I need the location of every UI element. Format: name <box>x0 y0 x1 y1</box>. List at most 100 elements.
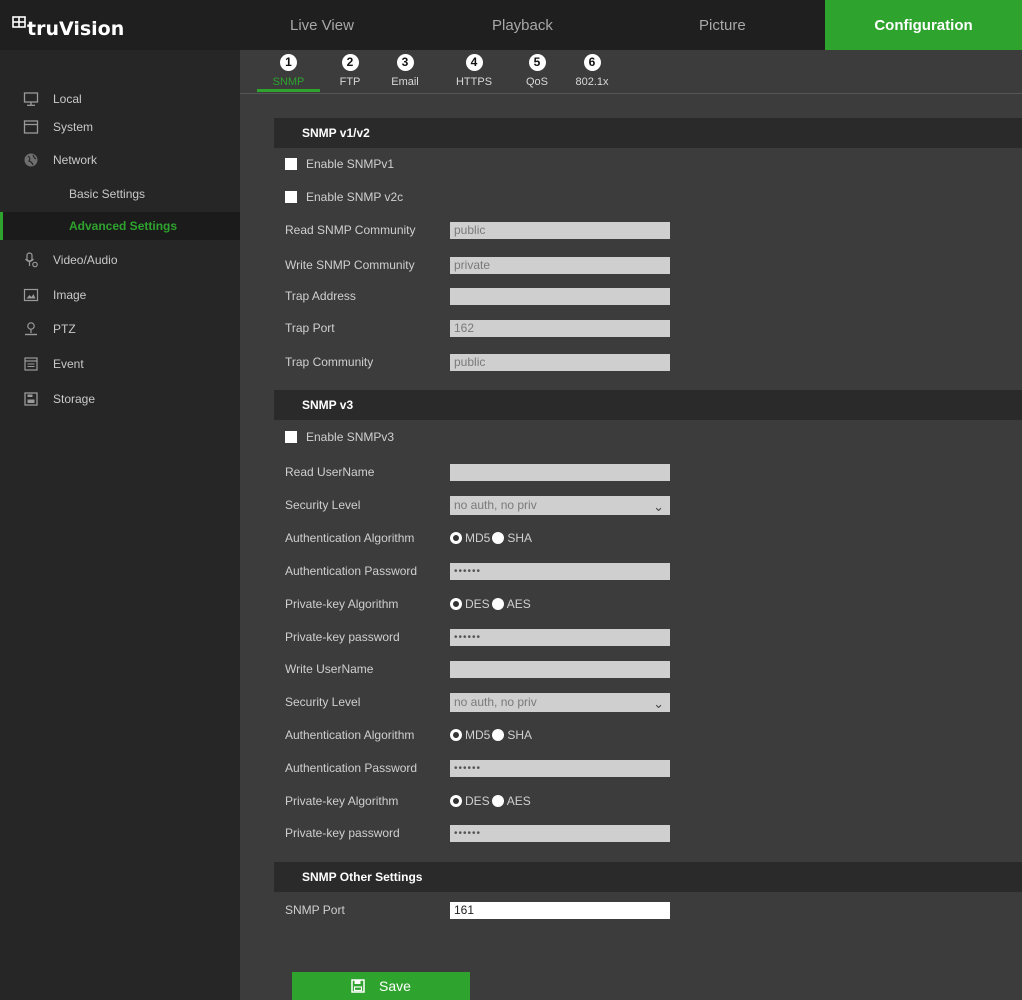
chevron-down-icon: ⌄ <box>653 695 664 711</box>
sidebar-item-advanced-settings[interactable]: Advanced Settings <box>0 212 240 240</box>
trap-community-input[interactable]: public <box>450 353 670 371</box>
write-security-level-select[interactable]: no auth, no priv ⌄ <box>450 692 670 712</box>
field-label: Write SNMP Community <box>285 258 415 272</box>
section-header-snmp-v1v2: SNMP v1/v2 <box>274 118 1022 148</box>
read-auth-algorithm-radio-group: MD5 SHA <box>450 531 532 545</box>
tab-live-view[interactable]: Live View <box>290 0 354 50</box>
trap-address-input[interactable] <box>450 287 670 305</box>
sidebar-item-label: Video/Audio <box>53 253 118 267</box>
checkbox-label: Enable SNMPv3 <box>306 430 395 444</box>
storage-icon <box>23 391 39 407</box>
write-auth-algorithm-radio-group: MD5 SHA <box>450 728 532 742</box>
radio-aes[interactable] <box>491 795 504 807</box>
tab-snmp[interactable]: 1 SNMP <box>257 50 320 94</box>
enable-snmpv2c-row[interactable]: Enable SNMP v2c <box>285 187 403 207</box>
tab-number-badge: 2 <box>341 54 359 71</box>
field-label: Authentication Password <box>285 761 418 775</box>
snmp-port-input[interactable]: 161 <box>450 901 670 919</box>
radio-label: SHA <box>507 728 533 742</box>
brand-logo: truVision <box>12 14 124 40</box>
write-community-input[interactable]: private <box>450 256 670 274</box>
read-priv-password-input[interactable]: •••••• <box>450 628 670 646</box>
sidebar-item-ptz[interactable]: PTZ <box>0 315 240 343</box>
checkbox-label: Enable SNMPv1 <box>306 157 395 171</box>
sidebar: Local System Network Basic Settings Adva… <box>0 50 240 1000</box>
tab-qos[interactable]: 5 QoS <box>519 50 555 94</box>
enable-snmpv3-checkbox[interactable]: Enable SNMPv3 <box>285 430 394 444</box>
radio-sha[interactable] <box>492 532 505 544</box>
app-window: truVision Live View Playback Picture Con… <box>0 0 1022 1000</box>
field-label: Security Level <box>285 695 361 709</box>
field-label: Write UserName <box>285 662 374 676</box>
radio-label: MD5 <box>465 531 491 545</box>
sidebar-item-storage[interactable]: Storage <box>0 385 240 413</box>
tab-email[interactable]: 3 Email <box>385 50 425 94</box>
enable-snmpv2c-checkbox[interactable]: Enable SNMP v2c <box>285 190 403 204</box>
radio-sha[interactable] <box>492 729 505 741</box>
radio-md5[interactable] <box>450 532 462 544</box>
checkbox-box[interactable] <box>285 158 297 170</box>
write-username-input[interactable] <box>450 660 670 678</box>
ptz-camera-icon <box>23 321 39 337</box>
select-value: no auth, no priv <box>454 497 537 512</box>
tab-label: SNMP <box>272 76 305 88</box>
radio-aes[interactable] <box>491 598 504 610</box>
radio-label: AES <box>506 597 531 611</box>
write-username-row: Write UserName <box>285 659 670 679</box>
read-username-input[interactable] <box>450 463 670 481</box>
tab-number-badge: 6 <box>583 54 601 71</box>
read-auth-password-input[interactable]: •••••• <box>450 562 670 580</box>
tab-ftp[interactable]: 2 FTP <box>332 50 368 94</box>
trap-community-row: Trap Community public <box>285 352 670 372</box>
write-community-row: Write SNMP Community private <box>285 255 670 275</box>
sidebar-item-label: Local <box>53 92 82 106</box>
sidebar-item-label: Image <box>53 288 87 302</box>
write-auth-password-input[interactable]: •••••• <box>450 759 670 777</box>
checkbox-box[interactable] <box>285 431 297 443</box>
globe-icon <box>23 152 39 168</box>
sidebar-item-event[interactable]: Event <box>0 350 240 378</box>
enable-snmpv1-row[interactable]: Enable SNMPv1 <box>285 154 394 174</box>
trap-port-input[interactable]: 162 <box>450 319 670 337</box>
sidebar-item-video-audio[interactable]: Video/Audio <box>0 246 240 274</box>
sidebar-item-image[interactable]: Image <box>0 281 240 309</box>
radio-label: DES <box>465 794 490 808</box>
enable-snmpv3-row[interactable]: Enable SNMPv3 <box>285 427 394 447</box>
tab-802-1x[interactable]: 6 802.1x <box>569 50 615 94</box>
field-label: SNMP Port <box>285 903 345 917</box>
section-header-snmp-v3: SNMP v3 <box>274 390 1022 420</box>
tab-configuration[interactable]: Configuration <box>825 0 1022 50</box>
radio-des[interactable] <box>450 795 462 807</box>
active-tab-indicator <box>257 89 320 92</box>
checkbox-box[interactable] <box>285 191 297 203</box>
tab-https[interactable]: 4 HTTPS <box>449 50 499 94</box>
sidebar-item-network[interactable]: Network <box>0 146 240 174</box>
radio-des[interactable] <box>450 598 462 610</box>
field-label: Trap Port <box>285 321 335 335</box>
write-priv-password-input[interactable]: •••••• <box>450 824 670 842</box>
save-button[interactable]: Save <box>292 972 470 1000</box>
tab-playback[interactable]: Playback <box>492 0 553 50</box>
read-community-row: Read SNMP Community public <box>285 220 670 240</box>
radio-md5[interactable] <box>450 729 462 741</box>
field-label: Authentication Algorithm <box>285 728 415 742</box>
sidebar-item-system[interactable]: System <box>0 113 240 141</box>
tab-picture[interactable]: Picture <box>699 0 746 50</box>
tab-label: Email <box>391 76 419 88</box>
tab-number-badge: 1 <box>280 54 297 71</box>
sidebar-item-basic-settings[interactable]: Basic Settings <box>0 180 240 208</box>
enable-snmpv1-checkbox[interactable]: Enable SNMPv1 <box>285 157 394 171</box>
system-window-icon <box>23 119 39 135</box>
read-community-input[interactable]: public <box>450 221 670 239</box>
tab-divider <box>240 93 1022 94</box>
tab-label: 802.1x <box>575 76 609 88</box>
tab-label: QoS <box>525 76 548 88</box>
sidebar-item-local[interactable]: Local <box>0 85 240 113</box>
trap-port-row: Trap Port 162 <box>285 318 670 338</box>
read-security-level-select[interactable]: no auth, no priv ⌄ <box>450 495 670 515</box>
save-disk-icon <box>351 979 365 993</box>
sidebar-item-label: PTZ <box>53 322 76 336</box>
tab-number-badge: 3 <box>396 54 414 71</box>
calendar-icon <box>23 356 39 372</box>
read-security-level-row: Security Level no auth, no priv ⌄ <box>285 495 670 515</box>
